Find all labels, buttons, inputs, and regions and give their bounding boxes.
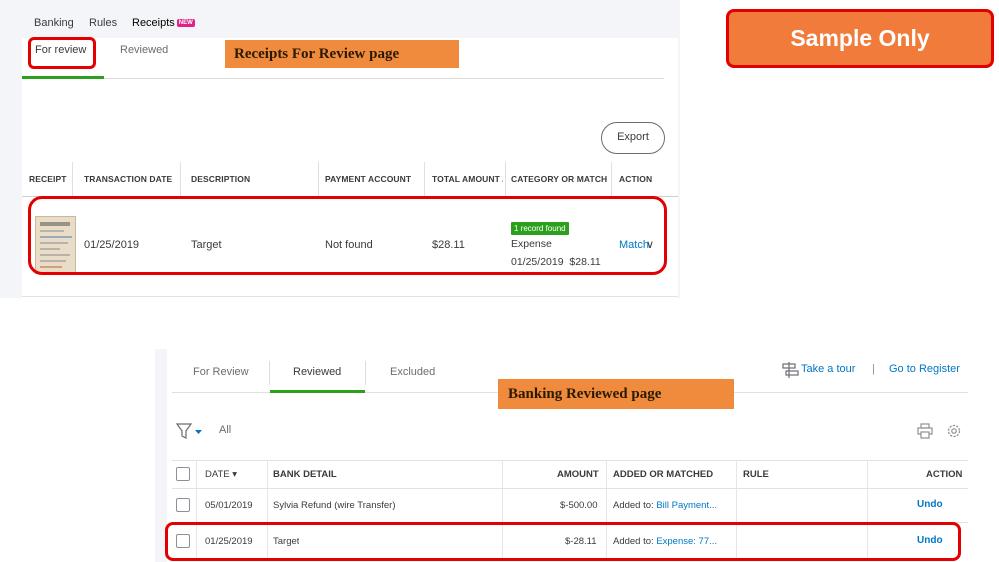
print-icon[interactable]	[917, 423, 933, 439]
header-action: ACTION	[926, 469, 963, 480]
undo-button[interactable]: Undo	[917, 499, 943, 510]
filter-all-label: All	[219, 424, 232, 436]
nav-receipts[interactable]: Receipts NEW	[132, 17, 195, 29]
tab-excluded[interactable]: Excluded	[390, 366, 435, 378]
gear-icon[interactable]	[945, 422, 963, 440]
row-date: 05/01/2019	[205, 500, 253, 511]
row-added-or-matched: Added to: Bill Payment...	[613, 500, 735, 511]
new-badge: NEW	[176, 19, 195, 27]
header-bank-detail: BANK DETAIL	[273, 469, 337, 480]
header-description: DESCRIPTION	[191, 174, 251, 184]
signpost-icon[interactable]	[781, 362, 799, 378]
take-a-tour-link[interactable]: Take a tour	[801, 363, 855, 375]
column-separator	[318, 162, 319, 196]
row-checkbox[interactable]	[176, 498, 190, 512]
table-top-divider	[172, 460, 968, 461]
header-action: ACTION	[619, 174, 653, 184]
go-to-register-link[interactable]: Go to Register	[889, 363, 960, 375]
added-link[interactable]: Bill Payment...	[656, 500, 717, 511]
nav-banking[interactable]: Banking	[34, 17, 74, 29]
table-header-divider	[172, 488, 968, 489]
filter-icon[interactable]	[176, 422, 206, 440]
tab-separator	[269, 361, 270, 385]
select-all-checkbox[interactable]	[176, 467, 190, 481]
row-amount: $-500.00	[560, 500, 598, 511]
tab-separator	[365, 361, 366, 385]
column-separator	[611, 162, 612, 196]
column-separator	[505, 162, 506, 196]
header-added-or-matched: ADDED OR MATCHED	[613, 469, 714, 480]
highlight-box-for-review	[28, 37, 96, 69]
header-rule: RULE	[743, 469, 769, 480]
sample-only-badge: Sample Only	[726, 9, 994, 68]
nav-receipts-label: Receipts	[132, 17, 175, 29]
header-receipt: RECEIPT	[29, 174, 67, 184]
active-tab-indicator	[270, 390, 365, 393]
tab-divider	[22, 78, 664, 79]
header-date[interactable]: DATE ▾	[205, 469, 237, 480]
row-bank-detail: Sylvia Refund (wire Transfer)	[273, 500, 396, 511]
header-category-or-match: CATEGORY OR MATCH	[511, 174, 608, 184]
link-separator: |	[872, 363, 875, 375]
header-transaction-date: TRANSACTION DATE	[84, 174, 173, 184]
table-bottom-divider	[22, 296, 678, 297]
export-button[interactable]: Export	[601, 122, 665, 154]
tab-for-review[interactable]: For Review	[193, 366, 249, 378]
column-separator	[424, 162, 425, 196]
tab-reviewed[interactable]: Reviewed	[293, 366, 341, 378]
highlight-box-receipt-row	[28, 196, 667, 275]
highlight-box-banking-row	[165, 522, 961, 561]
callout-banking-reviewed: Banking Reviewed page	[498, 379, 734, 409]
tab-reviewed[interactable]: Reviewed	[120, 44, 168, 56]
header-amount: AMOUNT	[557, 469, 599, 480]
nav-rules[interactable]: Rules	[89, 17, 117, 29]
header-payment-account: PAYMENT ACCOUNT	[325, 174, 412, 184]
column-separator	[72, 162, 73, 196]
top-navigation: Banking Rules Receipts NEW	[20, 10, 680, 36]
active-tab-indicator	[22, 76, 104, 79]
added-prefix: Added to:	[613, 500, 654, 511]
column-separator	[180, 162, 181, 196]
callout-receipts-for-review: Receipts For Review page	[225, 40, 459, 68]
header-total-amount: TOTAL AMOUNT / TAX	[432, 174, 503, 184]
